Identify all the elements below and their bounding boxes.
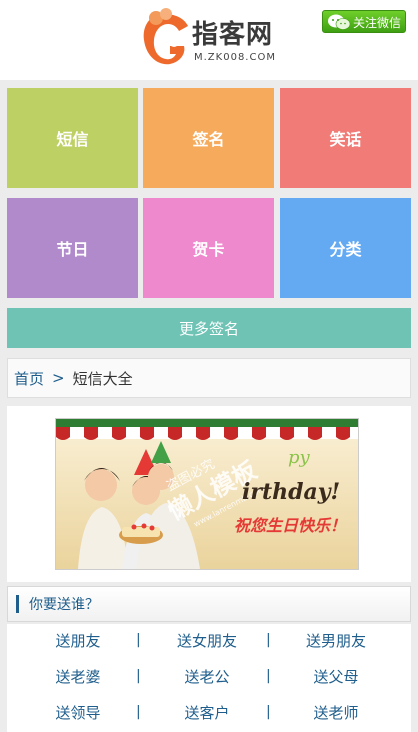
link-separator: |: [136, 632, 141, 648]
section-title: 你要送谁？: [29, 597, 99, 613]
breadcrumb-home-link[interactable]: 首页: [14, 368, 44, 389]
section-accent-bar: [16, 595, 19, 613]
link-separator: |: [266, 704, 271, 720]
tile-holidays[interactable]: 节日: [7, 198, 138, 298]
link-separator: |: [136, 704, 141, 720]
banner-wish-text: 祝您生日快乐！: [234, 516, 346, 535]
wechat-icon: [328, 14, 351, 30]
link-friends[interactable]: 送朋友: [13, 630, 143, 651]
breadcrumb-separator: >: [52, 369, 65, 387]
link-girlfriend[interactable]: 送女朋友: [142, 630, 272, 651]
link-boss[interactable]: 送领导: [13, 702, 143, 723]
banner-illustration: 盗图必究 懒人模板 www.lanrenmb.com py irthday! 祝…: [56, 419, 358, 569]
tile-greeting-cards[interactable]: 贺卡: [143, 198, 274, 298]
tile-jokes[interactable]: 笑话: [280, 88, 411, 188]
site-logo[interactable]: 指客网 M.ZK008.COM: [136, 8, 286, 70]
tile-label: 节日: [56, 240, 89, 259]
link-teachers[interactable]: 送老师: [271, 702, 401, 723]
logo-title: 指客网: [192, 20, 274, 50]
link-clients[interactable]: 送客户: [142, 702, 272, 723]
birthday-banner-image[interactable]: 盗图必究 懒人模板 www.lanrenmb.com py irthday! 祝…: [55, 418, 359, 570]
logo-mark-icon: [143, 8, 188, 65]
tile-categories[interactable]: 分类: [280, 198, 411, 298]
site-header: 指客网 M.ZK008.COM 关注微信: [0, 0, 418, 80]
breadcrumb-current: 短信大全: [72, 369, 133, 388]
follow-wechat-label: 关注微信: [353, 16, 402, 30]
banner-birthday-text: irthday!: [242, 479, 340, 505]
follow-wechat-button[interactable]: 关注微信: [322, 10, 406, 33]
breadcrumb: 首页 > 短信大全: [7, 358, 411, 398]
banner-panel: 盗图必究 懒人模板 www.lanrenmb.com py irthday! 祝…: [7, 406, 411, 582]
logo-domain: M.ZK008.COM: [194, 52, 276, 63]
tile-sms[interactable]: 短信: [7, 88, 138, 188]
tile-label: 短信: [56, 130, 89, 149]
recipient-links: 送朋友 | 送女朋友 | 送男朋友 送老婆 | 送老公 | 送父母 送领导 | …: [7, 624, 411, 732]
more-signatures-button[interactable]: 更多签名: [7, 308, 411, 348]
link-separator: |: [136, 668, 141, 684]
banner-happy-text: py: [288, 447, 311, 468]
link-separator: |: [266, 668, 271, 684]
link-separator: |: [266, 632, 271, 648]
tile-signature[interactable]: 签名: [143, 88, 274, 188]
link-parents[interactable]: 送父母: [271, 666, 401, 687]
section-header-who-to-send: 你要送谁？: [7, 586, 411, 622]
link-husband[interactable]: 送老公: [142, 666, 272, 687]
tile-label: 分类: [329, 240, 362, 259]
tile-label: 签名: [192, 130, 225, 149]
tile-label: 笑话: [329, 130, 362, 149]
tile-label: 贺卡: [192, 240, 225, 259]
link-wife[interactable]: 送老婆: [13, 666, 143, 687]
link-boyfriend[interactable]: 送男朋友: [271, 630, 401, 651]
